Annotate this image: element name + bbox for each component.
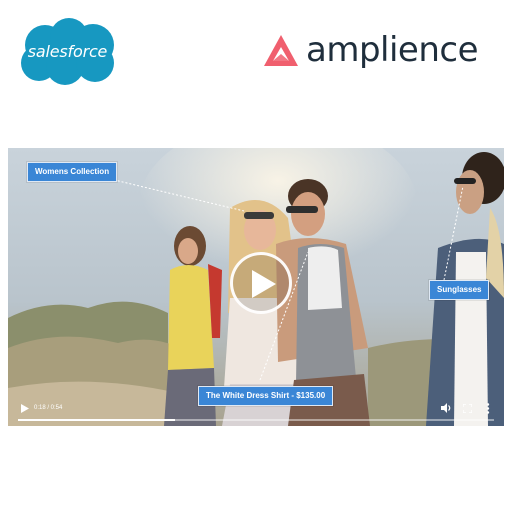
time-readout: 0:18 / 0:54	[34, 405, 63, 411]
more-vertical-icon[interactable]	[486, 403, 490, 414]
salesforce-wordmark: salesforce	[27, 42, 108, 61]
play-icon[interactable]	[21, 404, 29, 413]
progress-fill	[18, 419, 176, 421]
volume-icon[interactable]	[441, 403, 452, 413]
amplience-mark-icon	[264, 35, 298, 66]
play-circle-icon	[252, 270, 276, 298]
hotspot-womens-collection[interactable]: Womens Collection	[27, 162, 118, 182]
hotspot-sunglasses[interactable]: Sunglasses	[429, 280, 490, 300]
progress-bar[interactable]	[18, 419, 494, 421]
hotspot-white-dress-shirt[interactable]: The White Dress Shirt - $135.00	[198, 386, 334, 406]
fullscreen-icon[interactable]	[463, 404, 472, 413]
amplience-wordmark: amplience	[306, 30, 479, 70]
play-circle-button[interactable]	[230, 252, 292, 314]
